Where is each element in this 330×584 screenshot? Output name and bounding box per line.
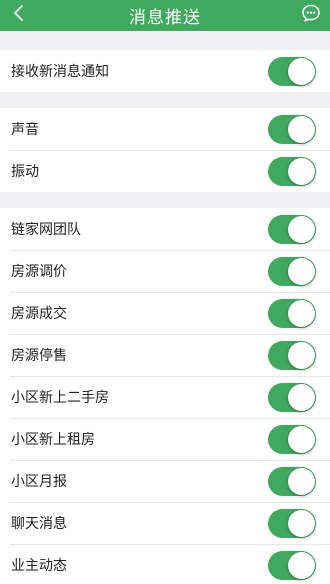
setting-label: 接收新消息通知 [11,64,109,80]
setting-label: 链家网团队 [11,222,81,238]
setting-row-sound: 声音 [0,108,330,150]
setting-label: 声音 [11,122,39,138]
toggle-knob [288,384,315,411]
setting-row-new-resale-listings: 小区新上二手房 [0,376,330,418]
toggle-knob [288,342,315,369]
settings-group-subscriptions: 链家网团队 房源调价 房源成交 房源停售 小区新上二手房 小区新上租房 小区月报 [0,208,330,584]
toggle-knob [288,58,315,85]
setting-row-lianjia-team: 链家网团队 [0,208,330,250]
toggle-switch[interactable] [268,215,316,244]
toggle-switch[interactable] [268,115,316,144]
chevron-left-icon [12,4,26,26]
toggle-switch[interactable] [268,299,316,328]
message-button[interactable] [300,4,322,26]
toggle-switch[interactable] [268,467,316,496]
setting-row-chat-messages: 聊天消息 [0,502,330,544]
toggle-knob [288,468,315,495]
toggle-switch[interactable] [268,341,316,370]
setting-row-price-change: 房源调价 [0,250,330,292]
toggle-switch[interactable] [268,551,316,580]
page-title: 消息推送 [129,8,201,28]
toggle-switch[interactable] [268,257,316,286]
toggle-knob [288,426,315,453]
toggle-knob [288,300,315,327]
setting-label: 房源调价 [11,264,67,280]
setting-row-vibration: 振动 [0,150,330,192]
toggle-switch[interactable] [268,383,316,412]
toggle-switch[interactable] [268,425,316,454]
toggle-knob [288,258,315,285]
setting-row-new-message-notifications: 接收新消息通知 [0,50,330,92]
back-button[interactable] [8,3,30,27]
chat-bubble-icon [301,3,321,27]
setting-label: 小区月报 [11,474,67,490]
settings-group-notifications: 接收新消息通知 [0,50,330,92]
setting-row-owner-updates: 业主动态 [0,544,330,584]
setting-row-deal-closed: 房源成交 [0,292,330,334]
toggle-knob [288,158,315,185]
setting-label: 小区新上租房 [11,432,95,448]
toggle-knob [288,510,315,537]
setting-row-listing-stopped: 房源停售 [0,334,330,376]
toggle-knob [288,552,315,579]
setting-row-monthly-report: 小区月报 [0,460,330,502]
toggle-switch[interactable] [268,157,316,186]
setting-label: 房源停售 [11,348,67,364]
setting-label: 房源成交 [11,306,67,322]
setting-label: 业主动态 [11,558,67,574]
settings-group-alerts: 声音 振动 [0,108,330,192]
setting-label: 振动 [11,164,39,180]
setting-row-new-rental-listings: 小区新上租房 [0,418,330,460]
header-bar: 消息推送 [0,0,330,31]
toggle-switch[interactable] [268,509,316,538]
setting-label: 小区新上二手房 [11,390,109,406]
toggle-switch[interactable] [268,57,316,86]
setting-label: 聊天消息 [11,516,67,532]
toggle-knob [288,116,315,143]
toggle-knob [288,216,315,243]
screen: 消息推送 接收新消息通知 声音 振动 链家网团队 房源调价 房源成交 房源停售 … [0,0,330,584]
